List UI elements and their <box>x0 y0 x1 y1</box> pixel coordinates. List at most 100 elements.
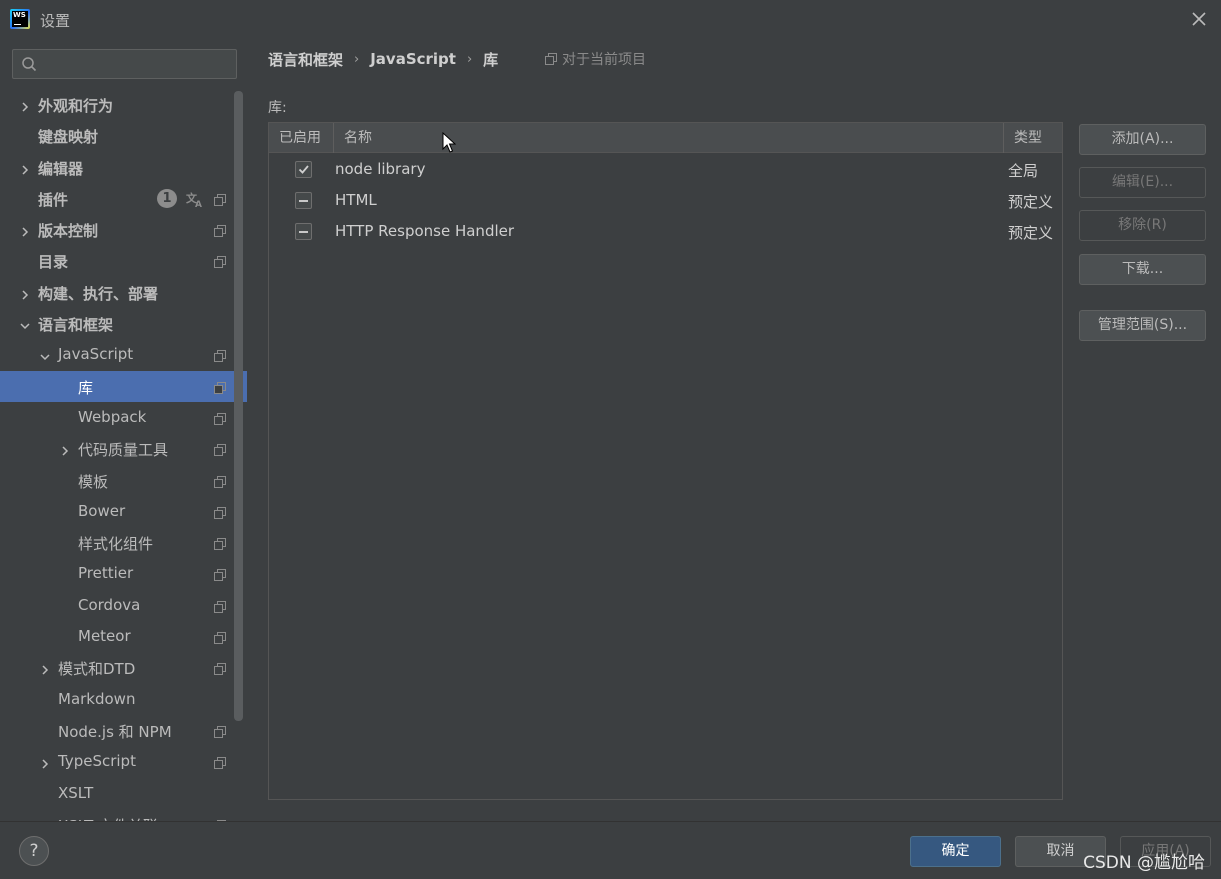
sidebar-item[interactable]: 目录 <box>0 245 247 276</box>
sidebar-item[interactable]: 代码质量工具 <box>0 433 247 464</box>
scope-indicator: 对于当前项目 <box>545 49 646 69</box>
sidebar-item[interactable]: 模式和DTD <box>0 652 247 683</box>
sidebar-item-label: 外观和行为 <box>38 97 114 115</box>
translate-icon: 文A <box>186 190 204 210</box>
sidebar-item[interactable]: 版本控制 <box>0 214 247 245</box>
sidebar-item-label: 编辑器 <box>38 159 84 178</box>
indeterminate-checkbox[interactable] <box>295 223 312 240</box>
libraries-table: 已启用 名称 类型 node library 全局 HTML 预定义 HTTP Resp… <box>268 122 1063 800</box>
sidebar-item[interactable]: 外观和行为 <box>0 89 247 120</box>
breadcrumb-item: 语言和框架 <box>268 50 344 69</box>
sidebar-item-label: 模式和DTD <box>58 660 136 679</box>
sidebar-item[interactable]: 库 <box>0 370 247 402</box>
svg-text:A: A <box>195 200 202 208</box>
manage-scopes-button[interactable]: 管理范围(S)... <box>1079 310 1206 341</box>
chevron-down-icon[interactable] <box>19 318 31 330</box>
project-scope-icon <box>214 348 226 363</box>
table-header: 已启用 名称 类型 <box>269 123 1062 153</box>
sidebar-scrollbar[interactable] <box>234 91 243 721</box>
sidebar-item[interactable]: Bower <box>0 496 247 527</box>
webstorm-logo-icon: WS <box>10 9 30 29</box>
sidebar-item[interactable]: Node.js 和 NPM <box>0 715 247 746</box>
sidebar-item[interactable]: Meteor <box>0 621 247 652</box>
breadcrumb-separator-icon: › <box>354 51 360 67</box>
sidebar-item-label: Meteor <box>78 627 131 646</box>
settings-search-input[interactable] <box>12 49 237 79</box>
ok-button[interactable]: 确定 <box>910 836 1001 867</box>
scope-label: 对于当前项目 <box>562 52 646 68</box>
sidebar-item[interactable]: Prettier <box>0 558 247 589</box>
breadcrumb-item: 库 <box>483 50 499 69</box>
library-type: 预定义 <box>1008 193 1054 211</box>
chevron-right-icon[interactable] <box>19 162 31 175</box>
sidebar-item[interactable]: 插件 1 文 A <box>0 183 247 214</box>
chevron-right-icon[interactable] <box>19 99 31 112</box>
edit-button[interactable]: 编辑(E)... <box>1079 167 1206 198</box>
download-button[interactable]: 下载... <box>1079 254 1206 285</box>
sidebar-item[interactable]: 样式化组件 <box>0 527 247 558</box>
sidebar-item[interactable]: 编辑器 <box>0 152 247 183</box>
sidebar-item[interactable]: 模板 <box>0 465 247 496</box>
sidebar-item[interactable]: JavaScript <box>0 339 247 370</box>
close-icon[interactable] <box>1189 9 1209 29</box>
project-scope-icon <box>214 536 226 551</box>
column-header-enabled[interactable]: 已启用 <box>269 123 334 153</box>
sidebar-item-label: 模板 <box>78 472 109 491</box>
sidebar-item[interactable]: TypeScript <box>0 746 247 777</box>
sidebar-item-label: 插件 <box>38 190 69 209</box>
column-header-name[interactable]: 名称 <box>334 123 1004 153</box>
sidebar-item-label: TypeScript <box>58 752 136 771</box>
remove-button[interactable]: 移除(R) <box>1079 210 1206 241</box>
add-button[interactable]: 添加(A)... <box>1079 124 1206 155</box>
breadcrumb-item: JavaScript <box>370 50 456 68</box>
chevron-right-icon[interactable] <box>19 224 31 237</box>
chevron-right-icon[interactable] <box>39 662 51 675</box>
sidebar-item-label: 构建、执行、部署 <box>38 284 159 303</box>
libraries-label: 库: <box>268 100 287 116</box>
table-row[interactable]: node library 全局 <box>269 154 1062 185</box>
help-button[interactable]: ? <box>19 836 49 866</box>
sidebar-item-label: Node.js 和 NPM <box>58 722 172 741</box>
indeterminate-checkbox[interactable] <box>295 192 312 209</box>
settings-sidebar: 外观和行为键盘映射编辑器插件 1 文 A 版本控制目录构建、执行、部署 语言和框架 Java… <box>0 38 247 821</box>
sidebar-item-label: 键盘映射 <box>38 128 99 147</box>
enabled-checkbox[interactable] <box>295 161 312 178</box>
table-row[interactable]: HTTP Response Handler 预定义 <box>269 216 1062 247</box>
project-scope-icon <box>214 411 226 425</box>
sidebar-item[interactable]: 语言和框架 <box>0 308 247 339</box>
project-scope-icon <box>214 380 226 394</box>
sidebar-item-label: Markdown <box>58 689 136 708</box>
column-header-type[interactable]: 类型 <box>1004 123 1062 153</box>
chevron-right-icon[interactable] <box>59 443 71 456</box>
table-row[interactable]: HTML 预定义 <box>269 185 1062 216</box>
project-scope-icon <box>214 630 226 645</box>
sidebar-item[interactable]: Markdown <box>0 684 247 715</box>
project-scope-icon <box>214 474 226 488</box>
project-scope-icon <box>214 192 226 206</box>
sidebar-item[interactable]: 构建、执行、部署 <box>0 277 247 308</box>
breadcrumb: 语言和框架 › JavaScript › 库 <box>268 49 498 69</box>
chevron-right-icon[interactable] <box>19 287 31 300</box>
sidebar-item[interactable]: Webpack <box>0 402 247 433</box>
sidebar-item[interactable]: Cordova <box>0 590 247 621</box>
chevron-down-icon[interactable] <box>39 349 51 361</box>
project-scope-icon <box>214 223 226 238</box>
dialog-footer: ? 确定 取消 应用(A) CSDN @尴尬哈 <box>0 821 1221 879</box>
project-scope-icon <box>214 755 226 770</box>
project-scope-icon <box>545 53 557 65</box>
sidebar-item[interactable]: XSLT 文件关联 <box>0 809 247 821</box>
library-name: node library <box>335 160 426 178</box>
sidebar-item-label: Bower <box>78 501 126 520</box>
project-scope-icon <box>214 254 226 269</box>
library-type: 预定义 <box>1008 224 1054 242</box>
project-scope-icon <box>214 567 226 582</box>
search-icon <box>21 56 37 76</box>
sidebar-item-label: Webpack <box>78 407 147 426</box>
sidebar-item-label: 语言和框架 <box>38 316 114 335</box>
chevron-right-icon[interactable] <box>39 756 51 769</box>
project-scope-icon <box>214 724 226 738</box>
title-bar: WS 设置 <box>0 0 1221 38</box>
sidebar-item[interactable]: 键盘映射 <box>0 120 247 151</box>
sidebar-item-label: 版本控制 <box>38 222 99 241</box>
sidebar-item[interactable]: XSLT <box>0 778 247 809</box>
